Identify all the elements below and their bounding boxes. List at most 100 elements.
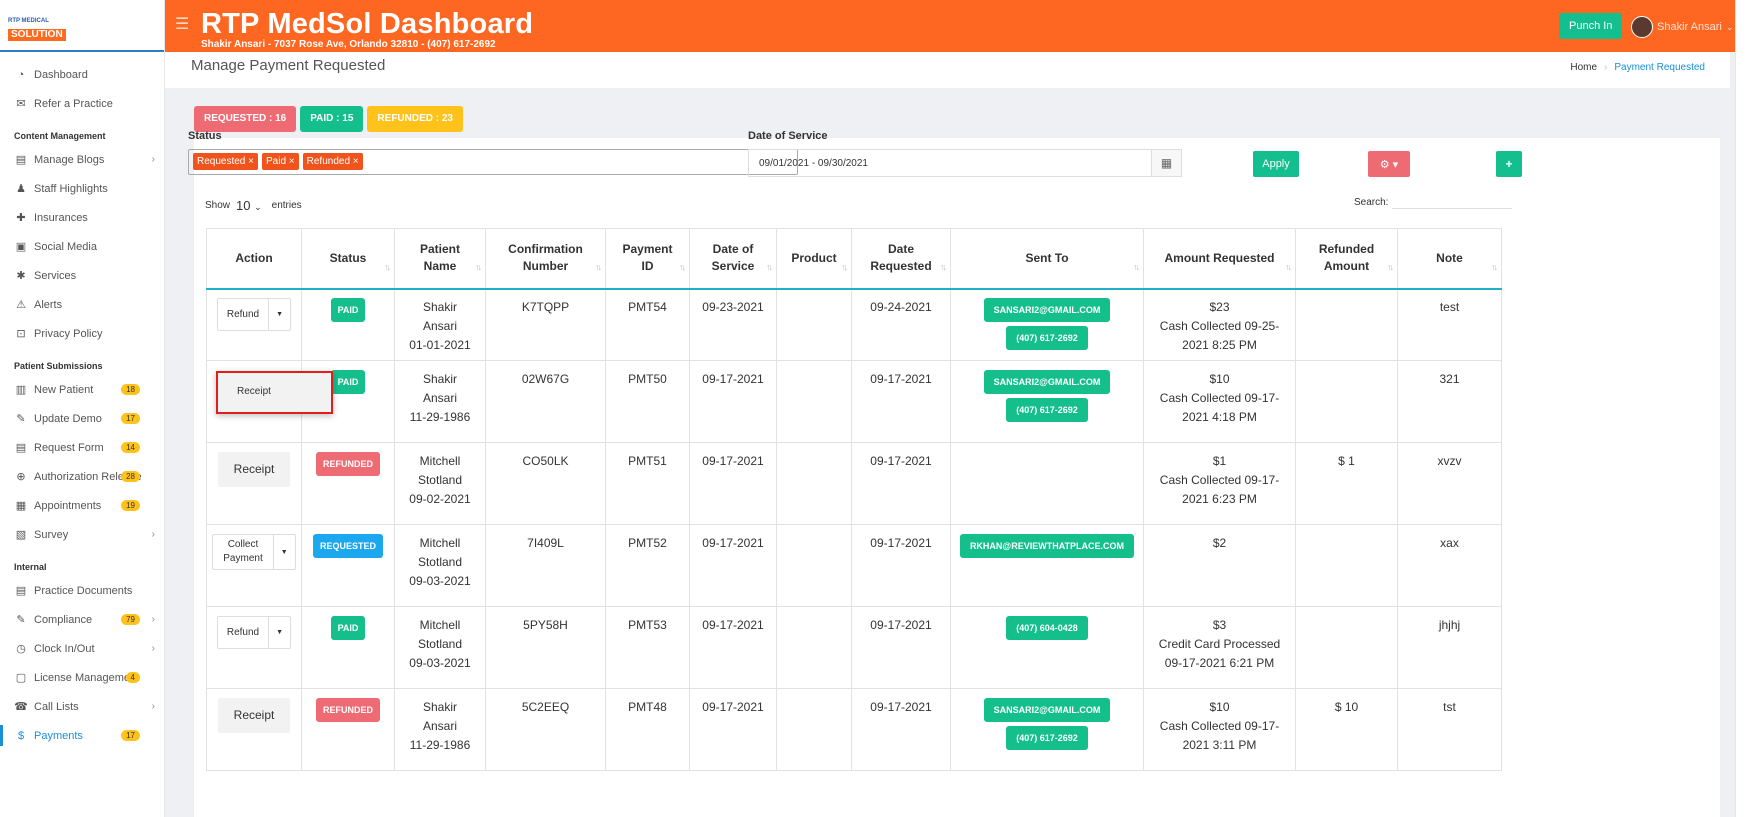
collect-payment-split-button[interactable]: Collect Payment ▼ bbox=[212, 534, 296, 570]
status-cell: PAID bbox=[301, 606, 395, 689]
sidebar-item-license-management[interactable]: ▢ License Management 4 bbox=[0, 663, 164, 692]
sidebar-item-clock-in-out[interactable]: ◷ Clock In/Out › bbox=[0, 634, 164, 663]
punch-in-button[interactable]: Punch In bbox=[1559, 13, 1623, 39]
product-cell bbox=[776, 688, 852, 771]
refund-button-label[interactable]: Refund bbox=[218, 617, 268, 648]
refund-split-button[interactable]: Refund ▼ bbox=[216, 297, 292, 331]
column-header[interactable]: Note ↑↓ bbox=[1397, 228, 1502, 290]
sidebar-item-insurances[interactable]: ✚ Insurances bbox=[0, 203, 164, 232]
caret-down-icon[interactable]: ▼ bbox=[272, 535, 295, 569]
sidebar-item-new-patient[interactable]: ▥ New Patient 18 bbox=[0, 375, 164, 404]
apply-button[interactable]: Apply bbox=[1253, 151, 1299, 177]
sidebar-item-call-lists[interactable]: ☎ Call Lists › bbox=[0, 692, 164, 721]
entries-select[interactable]: 10 ⌄ bbox=[234, 198, 268, 213]
caret-down-icon[interactable]: ▼ bbox=[268, 617, 290, 648]
column-header[interactable]: Refunded Amount ↑↓ bbox=[1295, 228, 1398, 290]
status-badge: REQUESTED bbox=[312, 534, 383, 558]
patient-line: Mitchell bbox=[419, 618, 461, 632]
sent-to-button[interactable]: RKHAN@REVIEWTHATPLACE.COM bbox=[959, 534, 1135, 558]
paid-count-badge[interactable]: PAID : 15 bbox=[300, 106, 364, 132]
sidebar-item-authorization-release[interactable]: ⊕ Authorization Release 28 bbox=[0, 462, 164, 491]
sidebar-item-dashboard[interactable]: ◔ Dashboard bbox=[0, 60, 164, 89]
amount-line: Cash Collected 09-17- bbox=[1159, 719, 1280, 733]
payment-id-cell: PMT52 bbox=[605, 524, 690, 607]
call-list-icon: ☎ bbox=[14, 701, 28, 713]
logo[interactable]: RTP MEDICAL SOLUTION bbox=[0, 0, 164, 52]
sidebar-item-practice-documents[interactable]: ▤ Practice Documents bbox=[0, 576, 164, 605]
sent-to-button[interactable]: (407) 604-0428 bbox=[1006, 616, 1088, 640]
sidebar-item-manage-blogs[interactable]: ▤ Manage Blogs › bbox=[0, 145, 164, 174]
sidebar-item-privacy-policy[interactable]: ⊡ Privacy Policy bbox=[0, 319, 164, 348]
caret-down-icon[interactable]: ▼ bbox=[268, 298, 290, 330]
search-input[interactable] bbox=[1392, 195, 1513, 209]
add-button[interactable]: + bbox=[1496, 151, 1522, 177]
sidebar-item-update-demo[interactable]: ✎ Update Demo 17 bbox=[0, 404, 164, 433]
column-header[interactable]: Status ↑↓ bbox=[301, 228, 395, 290]
sent-to-button[interactable]: (407) 617-2692 bbox=[1006, 325, 1088, 350]
column-header[interactable]: Date Requested ↑↓ bbox=[851, 228, 951, 290]
sidebar-item-refer-a-practice[interactable]: ✉ Refer a Practice bbox=[0, 89, 164, 118]
date-of-service: 09-17-2021 bbox=[702, 700, 764, 714]
sidebar-item-label: Services bbox=[34, 269, 77, 282]
note: xvzv bbox=[1437, 454, 1462, 468]
calendar-icon[interactable]: ▦ bbox=[1151, 150, 1181, 176]
date-range-input[interactable]: 09/01/2021 - 09/30/2021 ▦ bbox=[748, 149, 1182, 177]
status-chip-paid[interactable]: Paid × bbox=[262, 153, 299, 170]
sidebar-item-appointments[interactable]: ▦ Appointments 19 bbox=[0, 491, 164, 520]
status-chip-requested[interactable]: Requested × bbox=[193, 153, 258, 170]
sent-to-button[interactable]: (407) 617-2692 bbox=[1006, 726, 1088, 750]
column-header[interactable]: Sent To ↑↓ bbox=[950, 228, 1144, 290]
sent-to-button[interactable]: SANSARI2@GMAIL.COM bbox=[983, 698, 1111, 722]
user-menu[interactable]: Shakir Ansari ⌄ bbox=[1631, 16, 1733, 38]
page-scrollbar[interactable] bbox=[1735, 0, 1747, 817]
column-header[interactable]: Amount Requested ↑↓ bbox=[1143, 228, 1296, 290]
sidebar-item-payments[interactable]: $ Payments 17 bbox=[0, 721, 164, 750]
refunded-count-badge[interactable]: REFUNDED : 23 bbox=[367, 106, 463, 132]
sidebar-section-heading: Patient Submissions bbox=[14, 361, 103, 371]
note-cell: 321 bbox=[1397, 360, 1502, 443]
column-header-label: Refunded Amount bbox=[1318, 242, 1375, 274]
sidebar-item-social-media[interactable]: ▣ Social Media bbox=[0, 232, 164, 261]
confirmation-number: 7I409L bbox=[527, 536, 564, 550]
sidebar-item-request-form[interactable]: ▤ Request Form 14 bbox=[0, 433, 164, 462]
date-of-service: 09-17-2021 bbox=[702, 454, 764, 468]
hamburger-menu-icon[interactable]: ☰ bbox=[175, 14, 189, 34]
column-header[interactable]: Payment ID ↑↓ bbox=[605, 228, 690, 290]
breadcrumb-home[interactable]: Home bbox=[1570, 62, 1597, 73]
date-requested: 09-17-2021 bbox=[870, 700, 932, 714]
sidebar-item-label: Practice Documents bbox=[34, 584, 133, 597]
confirmation-number: CO50LK bbox=[522, 454, 569, 468]
sent-to-button[interactable]: SANSARI2@GMAIL.COM bbox=[983, 370, 1111, 394]
patient-name-cell: Mitchell Stotland 09-03-2021 bbox=[394, 524, 486, 607]
sidebar-item-compliance[interactable]: ✎ Compliance 79 › bbox=[0, 605, 164, 634]
sent-to-button[interactable]: (407) 617-2692 bbox=[1006, 398, 1088, 422]
refund-button-label[interactable]: Refund bbox=[218, 299, 268, 330]
column-header[interactable]: Date of Service ↑↓ bbox=[689, 228, 777, 290]
collect-payment-button-label[interactable]: Collect Payment bbox=[213, 535, 272, 569]
sent-to-button[interactable]: SANSARI2@GMAIL.COM bbox=[983, 297, 1111, 322]
settings-dropdown-button[interactable]: ⚙ ▾ bbox=[1368, 151, 1410, 177]
sidebar-item-alerts[interactable]: ⚠ Alerts bbox=[0, 290, 164, 319]
count-badge: 17 bbox=[121, 730, 140, 741]
patient-line: 01-01-2021 bbox=[409, 337, 471, 352]
column-header-label: Date of Service bbox=[711, 242, 755, 274]
refunded-amount-cell bbox=[1295, 288, 1398, 361]
column-header-label: Payment ID bbox=[622, 242, 673, 274]
status-multiselect[interactable]: Requested × Paid × Refunded × bbox=[188, 149, 798, 175]
column-header[interactable]: Action bbox=[206, 228, 302, 290]
status-cell: PAID bbox=[301, 288, 395, 361]
sidebar-item-staff-highlights[interactable]: ♟ Staff Highlights bbox=[0, 174, 164, 203]
sidebar-item-services[interactable]: ✱ Services bbox=[0, 261, 164, 290]
receipt-button[interactable]: Receipt bbox=[217, 698, 291, 733]
refund-split-button[interactable]: Refund ▼ bbox=[216, 616, 292, 649]
date-requested: 09-17-2021 bbox=[870, 618, 932, 632]
sort-icon: ↑↓ bbox=[679, 261, 686, 272]
column-header[interactable]: Product ↑↓ bbox=[776, 228, 852, 290]
column-header[interactable]: Confirmation Number ↑↓ bbox=[485, 228, 606, 290]
column-header[interactable]: Patient Name ↑↓ bbox=[394, 228, 486, 290]
sidebar-item-survey[interactable]: ▧ Survey › bbox=[0, 520, 164, 549]
receipt-button[interactable]: Receipt bbox=[217, 452, 291, 487]
receipt-dropdown-item[interactable]: Receipt bbox=[216, 371, 333, 414]
requested-count-badge[interactable]: REQUESTED : 16 bbox=[194, 106, 297, 132]
status-chip-refunded[interactable]: Refunded × bbox=[302, 153, 363, 170]
